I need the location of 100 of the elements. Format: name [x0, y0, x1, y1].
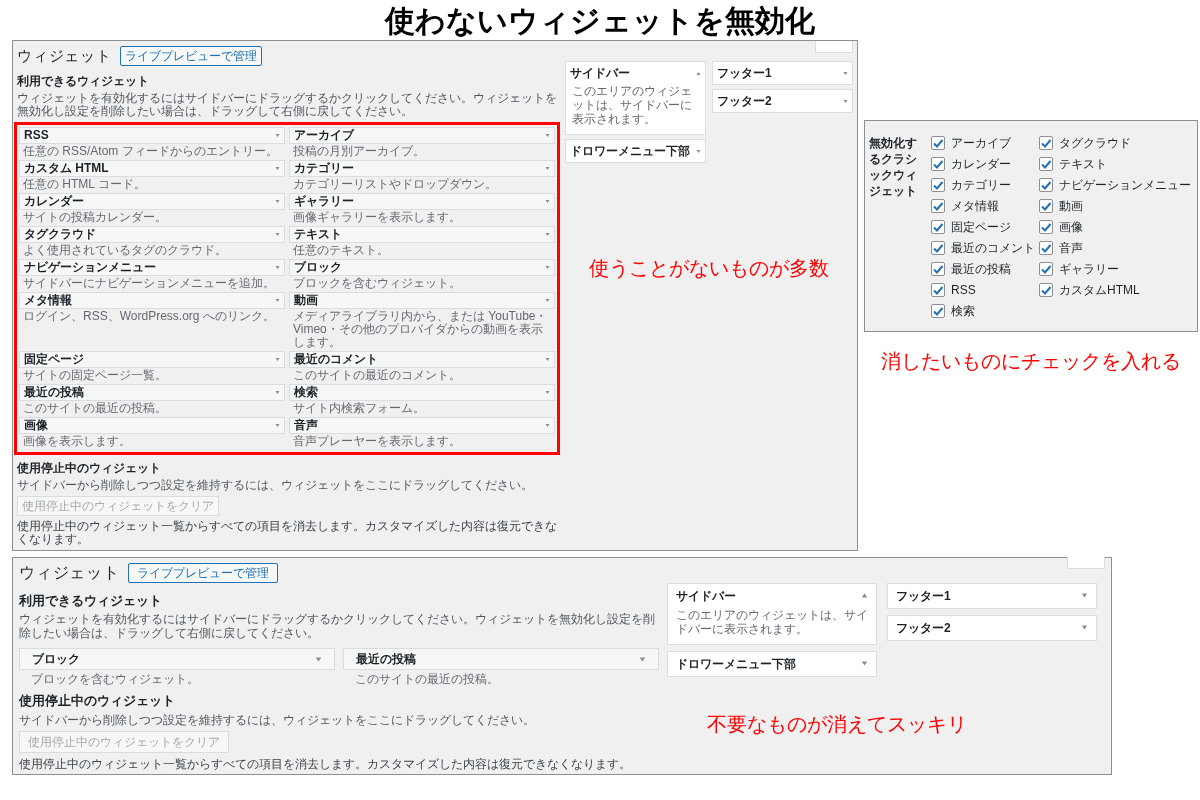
- annotation-caption: 消したいものにチェックを入れる: [881, 349, 1181, 374]
- caret-icon: [275, 132, 280, 138]
- checkbox[interactable]: [931, 303, 945, 318]
- widget-card[interactable]: ナビゲーションメニュー: [19, 258, 285, 276]
- widget-card[interactable]: 最近のコメント: [289, 350, 555, 368]
- widget-description: サイドバーにナビゲーションメニューを追加。: [22, 276, 276, 290]
- caret-icon: [545, 231, 550, 237]
- checkbox-label: カスタムHTML: [1059, 281, 1140, 299]
- caret-icon: [545, 264, 550, 270]
- widget-card[interactable]: ブロック: [289, 258, 555, 276]
- widget-area[interactable]: サイドバー このエリアのウィジェットは、サイドバーに表示されます。: [565, 61, 706, 135]
- checkbox[interactable]: [1039, 240, 1053, 255]
- widget-card[interactable]: カテゴリー: [289, 159, 555, 177]
- widget-description: サイト内検索フォーム。: [292, 401, 426, 415]
- widget-description: サイトの固定ページ一覧。: [22, 368, 168, 382]
- preview-button[interactable]: ライブプレビューで管理: [119, 46, 262, 67]
- widget-card[interactable]: アーカイブ: [289, 126, 555, 144]
- checkbox-label: 固定ページ: [951, 218, 1011, 236]
- section-description: ウィジェットを有効化するにはサイドバーにドラッグするかクリックしてください。ウィジェットを無効化し設定を削除したい場合は、ドラッグして右側に戻してください。: [17, 91, 557, 118]
- checkbox[interactable]: [1039, 261, 1053, 276]
- widget-card[interactable]: 動画: [289, 291, 555, 309]
- caret-icon: [861, 660, 868, 667]
- widget-description: 任意の RSS/Atom フィードからのエントリー。: [22, 144, 279, 158]
- widget-card[interactable]: RSS: [19, 126, 285, 144]
- caret-icon: [275, 297, 280, 303]
- checkbox-label: タグクラウド: [1059, 134, 1131, 152]
- checkbox-label: ナビゲーションメニュー: [1059, 176, 1191, 194]
- area-description: このエリアのウィジェットは、サイドバーに表示されます。: [675, 607, 869, 636]
- widget-card[interactable]: タグクラウド: [19, 225, 285, 243]
- widget-area[interactable]: サイドバー このエリアのウィジェットは、サイドバーに表示されます。: [667, 582, 877, 645]
- section-description: ウィジェットを有効化するにはサイドバーにドラッグするかクリックしてください。ウィジェットを無効化し設定を削除したい場合は、ドラッグして右側に戻してください。: [19, 612, 656, 640]
- checkbox[interactable]: [931, 282, 945, 297]
- section-heading: 使用停止中のウィジェット: [17, 459, 162, 477]
- settings-label: 無効化するクラシックウィジェット: [869, 135, 918, 200]
- widget-description: このサイトの最近の投稿。: [22, 401, 168, 415]
- widget-card[interactable]: 音声: [289, 416, 555, 434]
- caret-icon: [275, 389, 280, 395]
- checkbox[interactable]: [931, 240, 945, 255]
- widget-description: ログイン、RSS、WordPress.org へのリンク。: [22, 309, 276, 323]
- caret-icon: [545, 297, 550, 303]
- widget-description: 投稿の月別アーカイブ。: [292, 144, 426, 158]
- checkbox-label: カテゴリー: [951, 176, 1011, 194]
- caret-icon: [696, 70, 701, 76]
- checkbox[interactable]: [931, 156, 945, 171]
- widget-card[interactable]: カレンダー: [19, 192, 285, 210]
- widget-card[interactable]: 画像: [19, 416, 285, 434]
- widget-area[interactable]: フッター2: [887, 614, 1097, 641]
- page-title: ウィジェット: [17, 46, 112, 66]
- checkbox-label: アーカイブ: [951, 134, 1011, 152]
- widget-card[interactable]: メタ情報: [19, 291, 285, 309]
- checkbox[interactable]: [931, 219, 945, 234]
- widget-area[interactable]: ドロワーメニュー下部: [565, 139, 706, 163]
- widget-card[interactable]: 最近の投稿: [19, 383, 285, 401]
- widget-card[interactable]: カスタム HTML: [19, 159, 285, 177]
- checkbox[interactable]: [1039, 156, 1053, 171]
- widget-description: このサイトの最近のコメント。: [292, 368, 462, 382]
- widget-area[interactable]: ドロワーメニュー下部: [667, 650, 877, 677]
- area-description: このエリアのウィジェットは、サイドバーに表示されます。: [571, 84, 693, 126]
- checkbox[interactable]: [1039, 177, 1053, 192]
- widget-area[interactable]: フッター1: [712, 61, 853, 85]
- caret-icon: [545, 198, 550, 204]
- caret-icon: [275, 165, 280, 171]
- widget-description: ブロックを含むウィジェット。: [292, 276, 462, 290]
- section-description: サイドバーから削除しつつ設定を維持するには、ウィジェットをここにドラッグしてください。: [17, 478, 534, 492]
- widget-card[interactable]: ブロック: [19, 648, 335, 670]
- widget-description: 任意のテキスト。: [292, 243, 390, 257]
- checkbox-label: カレンダー: [951, 155, 1011, 173]
- checkbox[interactable]: [1039, 198, 1053, 213]
- section-heading: 利用できるウィジェット: [19, 591, 163, 610]
- checkbox[interactable]: [931, 198, 945, 213]
- checkbox[interactable]: [931, 135, 945, 150]
- widget-card[interactable]: 検索: [289, 383, 555, 401]
- caret-icon: [639, 655, 646, 663]
- widget-description: 画像を表示します。: [22, 434, 132, 448]
- widget-area[interactable]: フッター2: [712, 89, 853, 113]
- preview-button[interactable]: ライブプレビューで管理: [127, 562, 278, 583]
- checkbox[interactable]: [1039, 219, 1053, 234]
- widget-description: ブロックを含むウィジェット。: [30, 672, 200, 686]
- caret-icon: [275, 264, 280, 270]
- checkbox[interactable]: [1039, 135, 1053, 150]
- widget-area[interactable]: フッター1: [887, 582, 1097, 609]
- caret-icon: [843, 98, 848, 104]
- widget-card[interactable]: 最近の投稿: [343, 648, 659, 670]
- widget-description: 音声プレーヤーを表示します。: [292, 434, 462, 448]
- caret-icon: [275, 356, 280, 362]
- widget-card[interactable]: 固定ページ: [19, 350, 285, 368]
- widget-card[interactable]: テキスト: [289, 225, 555, 243]
- widget-description: よく使用されているタグのクラウド。: [22, 243, 228, 257]
- clear-note: 使用停止中のウィジェット一覧からすべての項目を消去します。カスタマイズした内容は復元できなくなります。: [19, 756, 632, 771]
- checkbox[interactable]: [931, 261, 945, 276]
- clear-note: 使用停止中のウィジェット一覧からすべての項目を消去します。カスタマイズした内容は復元できなくなります。: [17, 519, 557, 546]
- section-heading: 使用停止中のウィジェット: [19, 692, 176, 710]
- widget-description: このサイトの最近の投稿。: [354, 672, 500, 686]
- checkbox-label: メタ情報: [951, 197, 999, 215]
- widget-card[interactable]: ギャラリー: [289, 192, 555, 210]
- checkbox[interactable]: [1039, 282, 1053, 297]
- section-heading: 利用できるウィジェット: [17, 72, 150, 90]
- checkbox[interactable]: [931, 177, 945, 192]
- widget-description: 画像ギャラリーを表示します。: [292, 210, 462, 224]
- caret-icon: [1081, 624, 1088, 631]
